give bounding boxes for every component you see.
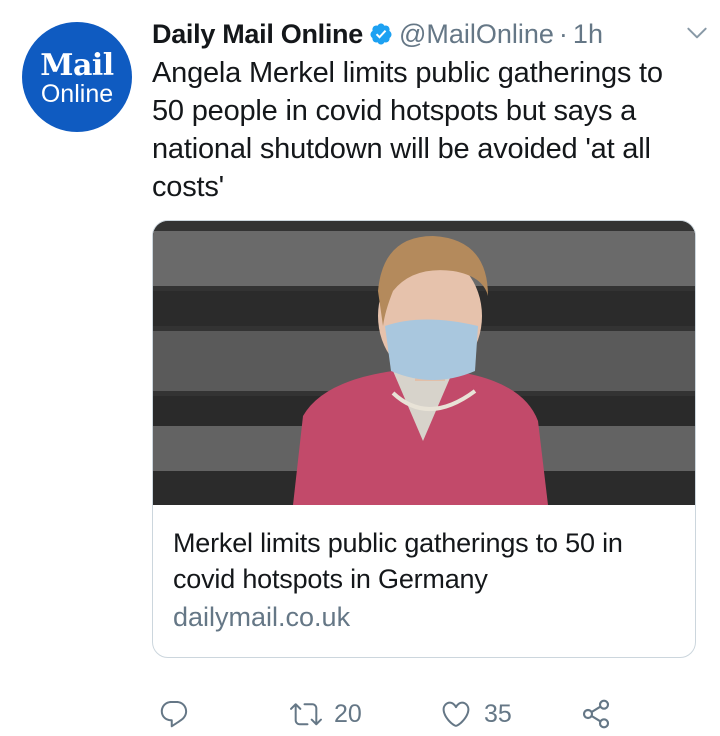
header-separator: ·	[558, 18, 568, 49]
heart-icon	[442, 701, 470, 727]
merkel-photo	[153, 221, 695, 505]
retweet-icon	[290, 703, 322, 726]
tweet-actions: 20 35	[152, 694, 700, 734]
reply-icon	[160, 700, 188, 728]
card-domain: dailymail.co.uk	[173, 602, 351, 632]
verified-badge-icon	[370, 23, 392, 45]
share-button[interactable]	[580, 698, 612, 730]
avatar-logo-bottom: Online	[40, 79, 114, 108]
like-button[interactable]: 35	[440, 698, 512, 730]
reply-button[interactable]	[158, 698, 202, 730]
avatar-logo-top: Mail	[40, 47, 114, 83]
display-name[interactable]: Daily Mail Online	[152, 19, 363, 50]
chevron-down-icon[interactable]	[684, 20, 710, 46]
tweet-content: Daily Mail Online @MailOnline · 1h Angel…	[152, 14, 707, 729]
link-card[interactable]: Merkel limits public gatherings to 50 in…	[152, 220, 696, 658]
retweet-button[interactable]: 20	[290, 698, 362, 730]
like-count: 35	[484, 699, 512, 728]
user-handle[interactable]: @MailOnline	[399, 19, 554, 50]
tweet-timestamp[interactable]: 1h	[573, 19, 603, 50]
card-body: Merkel limits public gatherings to 50 in…	[153, 505, 695, 635]
card-image	[153, 221, 695, 505]
card-title: Merkel limits public gatherings to 50 in…	[173, 528, 623, 594]
share-icon	[582, 699, 610, 729]
tweet-text: Angela Merkel limits public gatherings t…	[152, 57, 663, 203]
tweet-header: Daily Mail Online @MailOnline · 1h	[152, 14, 707, 54]
retweet-count: 20	[334, 699, 362, 728]
avatar[interactable]: Mail Online	[22, 22, 132, 132]
